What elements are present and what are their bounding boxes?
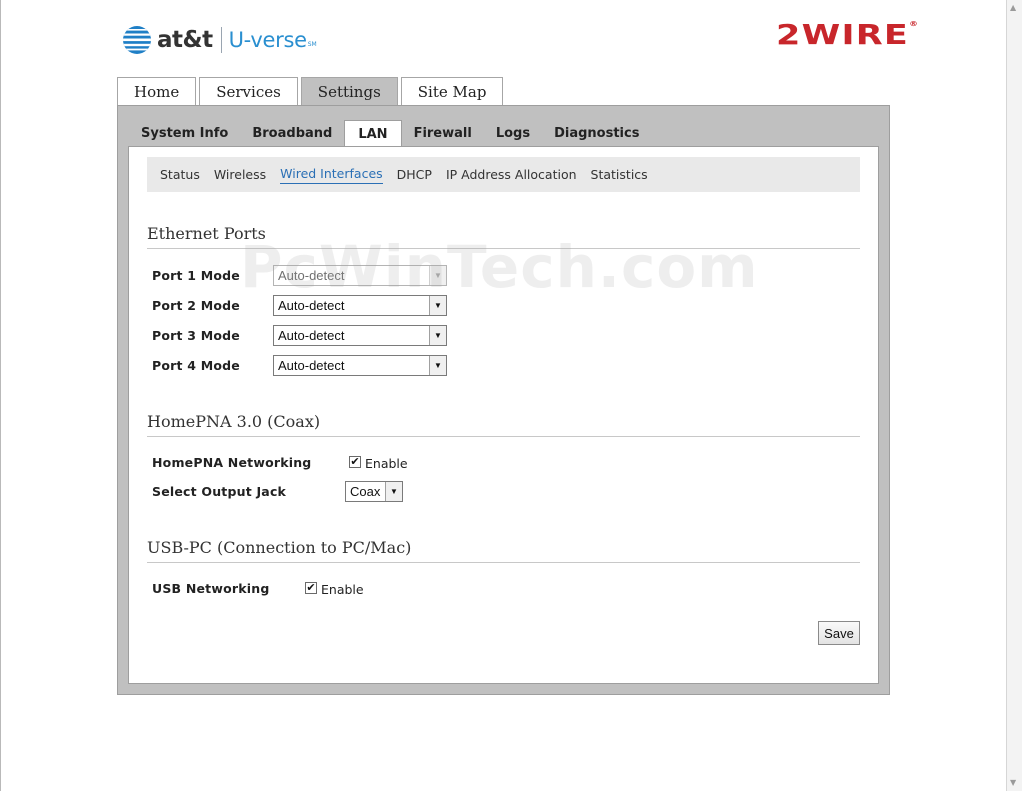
window-left-border: [0, 0, 1, 791]
output-jack-value: Coax: [350, 484, 381, 499]
port-4-mode-label: Port 4 Mode: [152, 358, 240, 373]
tab-site-map[interactable]: Site Map: [400, 77, 504, 105]
top-nav-tabs: Home Services Settings Site Map: [117, 77, 504, 106]
port-3-mode-select[interactable]: Auto-detect ▼: [273, 325, 447, 346]
tab-services[interactable]: Services: [199, 77, 298, 105]
port-3-mode-label: Port 3 Mode: [152, 328, 240, 343]
chevron-down-icon: ▼: [429, 296, 446, 315]
usb-enable-label: Enable: [321, 582, 364, 597]
subnav-dhcp[interactable]: DHCP: [397, 167, 432, 183]
tab-diagnostics[interactable]: Diagnostics: [542, 120, 651, 147]
chevron-down-icon: ▼: [429, 266, 446, 285]
port-1-mode-select[interactable]: Auto-detect ▼: [273, 265, 447, 286]
scroll-up-icon[interactable]: ▲: [1010, 4, 1016, 12]
subnav-status[interactable]: Status: [160, 167, 200, 183]
tab-logs[interactable]: Logs: [484, 120, 542, 147]
tab-broadband[interactable]: Broadband: [240, 120, 344, 147]
port-1-mode-label: Port 1 Mode: [152, 268, 240, 283]
port-2-mode-value: Auto-detect: [278, 298, 345, 313]
tab-firewall[interactable]: Firewall: [402, 120, 484, 147]
homepna-networking-label: HomePNA Networking: [152, 455, 312, 470]
2wire-wordmark: 2WIRE: [776, 18, 910, 51]
2wire-logo: 2WIRE®: [776, 18, 919, 51]
check-icon: ✔: [350, 455, 360, 468]
port-2-mode-select[interactable]: Auto-detect ▼: [273, 295, 447, 316]
port-3-mode-value: Auto-detect: [278, 328, 345, 343]
subnav-wired-interfaces[interactable]: Wired Interfaces: [280, 166, 383, 184]
lan-subnav: Status Wireless Wired Interfaces DHCP IP…: [147, 157, 860, 192]
check-icon: ✔: [306, 581, 316, 594]
port-4-mode-select[interactable]: Auto-detect ▼: [273, 355, 447, 376]
att-wordmark: at&t: [157, 27, 213, 53]
usb-networking-label: USB Networking: [152, 581, 270, 596]
registered-mark: ®: [909, 20, 920, 28]
port-1-mode-value: Auto-detect: [278, 268, 345, 283]
port-2-mode-label: Port 2 Mode: [152, 298, 240, 313]
tab-home[interactable]: Home: [117, 77, 197, 105]
tab-settings[interactable]: Settings: [300, 77, 398, 106]
scroll-down-icon[interactable]: ▼: [1010, 779, 1016, 787]
logo-divider: [220, 27, 222, 53]
homepna-enable-label: Enable: [365, 456, 408, 471]
chevron-down-icon: ▼: [385, 482, 402, 501]
tab-lan[interactable]: LAN: [344, 120, 402, 148]
att-uverse-logo: at&t U-verse SM: [122, 24, 317, 56]
subnav-wireless[interactable]: Wireless: [214, 167, 266, 183]
homepna-enable-checkbox[interactable]: ✔: [349, 456, 361, 468]
subnav-statistics[interactable]: Statistics: [591, 167, 648, 183]
ethernet-ports-heading: Ethernet Ports: [147, 224, 860, 249]
subnav-ip-address-allocation[interactable]: IP Address Allocation: [446, 167, 577, 183]
homepna-heading: HomePNA 3.0 (Coax): [147, 412, 860, 437]
port-4-mode-value: Auto-detect: [278, 358, 345, 373]
uverse-wordmark: U-verse: [228, 28, 307, 52]
att-globe-icon: [123, 26, 151, 54]
settings-sub-tabs: System Info Broadband LAN Firewall Logs …: [129, 120, 651, 148]
chevron-down-icon: ▼: [429, 356, 446, 375]
chevron-down-icon: ▼: [429, 326, 446, 345]
save-button[interactable]: Save: [818, 621, 860, 645]
tab-system-info[interactable]: System Info: [129, 120, 240, 147]
service-mark: SM: [307, 40, 317, 48]
select-output-jack-label: Select Output Jack: [152, 484, 287, 499]
usb-enable-checkbox[interactable]: ✔: [305, 582, 317, 594]
vertical-scrollbar[interactable]: ▲ ▼: [1006, 0, 1022, 791]
output-jack-select[interactable]: Coax ▼: [345, 481, 403, 502]
usb-pc-heading: USB-PC (Connection to PC/Mac): [147, 538, 860, 563]
